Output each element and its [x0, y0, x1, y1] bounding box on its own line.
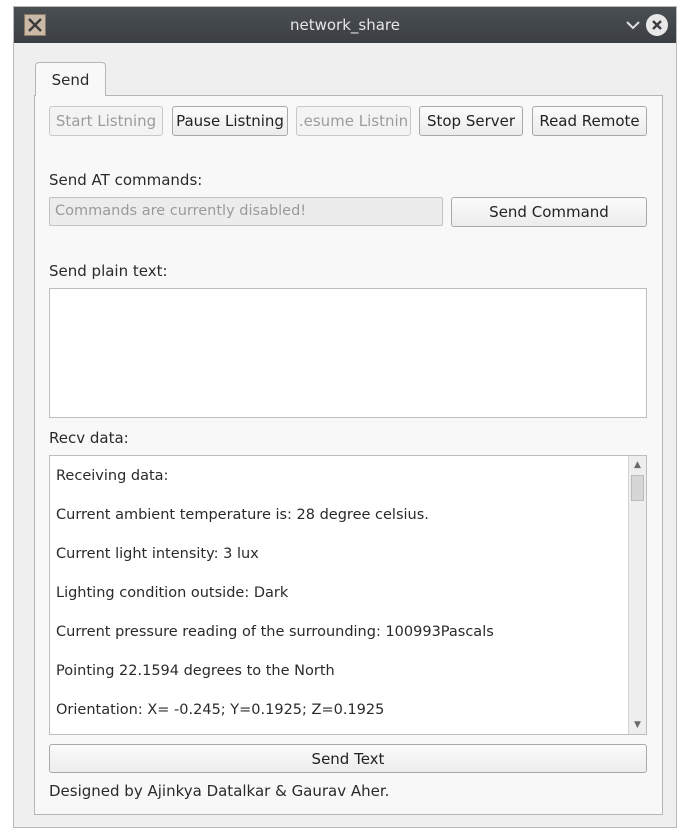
- recv-line: Current light intensity: 3 lux: [56, 546, 259, 562]
- chevron-down-icon[interactable]: [624, 16, 642, 34]
- plain-text-area[interactable]: [49, 288, 647, 418]
- start-listening-button[interactable]: Start Listning: [49, 106, 163, 136]
- recv-line: Current ambient temperature is: 28 degre…: [56, 507, 429, 523]
- send-command-button[interactable]: Send Command: [451, 197, 647, 227]
- title-bar[interactable]: network_share: [14, 7, 676, 43]
- close-circle-icon[interactable]: [646, 14, 668, 36]
- stop-server-button[interactable]: Stop Server: [419, 106, 523, 136]
- recv-line: Receiving data:: [56, 468, 169, 484]
- recv-data-box[interactable]: Receiving data: Current ambient temperat…: [49, 455, 647, 735]
- read-remote-button[interactable]: Read Remote: [532, 106, 647, 136]
- recv-scrollbar[interactable]: ▲ ▼: [628, 456, 646, 734]
- recv-line: Lighting condition outside: Dark: [56, 585, 289, 601]
- at-command-input[interactable]: Commands are currently disabled!: [49, 197, 443, 226]
- send-text-button[interactable]: Send Text: [49, 744, 647, 773]
- resume-listening-button[interactable]: .esume Listnin: [296, 106, 411, 136]
- scroll-up-arrow-icon[interactable]: ▲: [629, 457, 646, 473]
- tab-send[interactable]: Send: [35, 62, 106, 96]
- scroll-down-arrow-icon[interactable]: ▼: [629, 717, 646, 733]
- recv-line: Current pressure reading of the surround…: [56, 624, 494, 640]
- recv-line: Pointing 22.1594 degrees to the North: [56, 663, 335, 679]
- footer-credits: Designed by Ajinkya Datalkar & Gaurav Ah…: [49, 782, 390, 800]
- plain-text-label: Send plain text:: [49, 262, 168, 280]
- window-title: network_share: [290, 16, 400, 34]
- pause-listening-button[interactable]: Pause Listning: [172, 106, 288, 136]
- recv-data-label: Recv data:: [49, 429, 129, 447]
- app-window: network_share Send Start Listning Pause …: [13, 6, 677, 828]
- at-commands-label: Send AT commands:: [49, 171, 203, 189]
- scroll-thumb[interactable]: [631, 475, 644, 501]
- recv-line: Orientation: X= -0.245; Y=0.1925; Z=0.19…: [56, 702, 385, 718]
